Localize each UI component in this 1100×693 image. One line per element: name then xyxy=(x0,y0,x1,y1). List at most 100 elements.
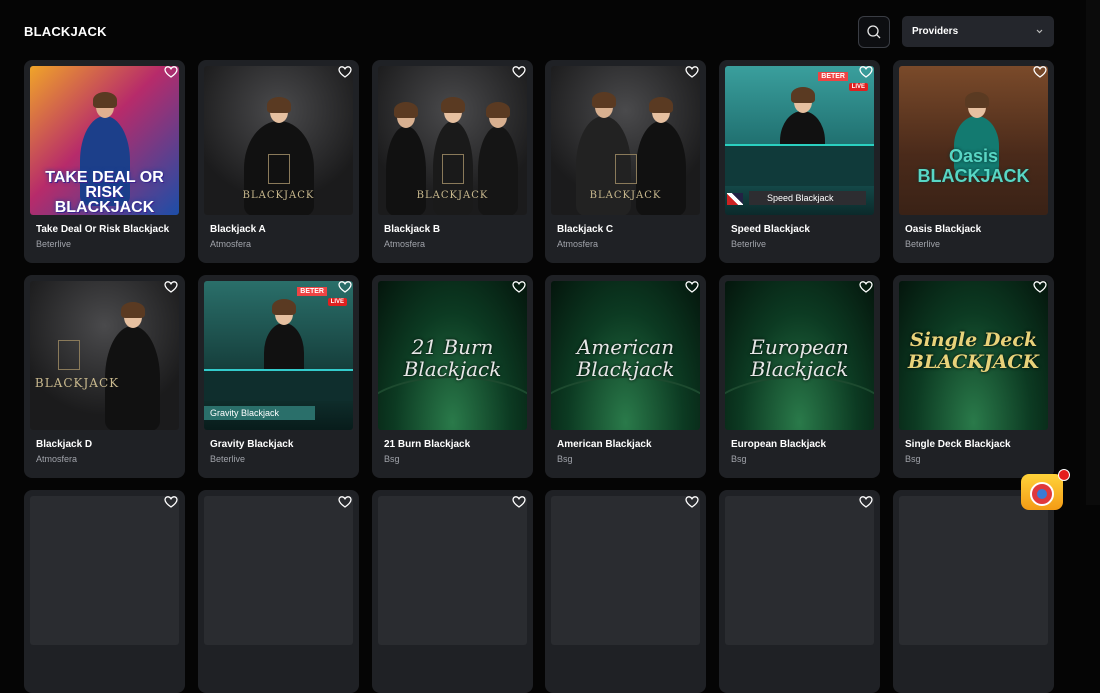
game-title: Oasis Blackjack xyxy=(905,224,982,235)
game-title: Gravity Blackjack xyxy=(210,439,294,450)
game-provider: Beterlive xyxy=(210,454,246,464)
heart-icon[interactable] xyxy=(685,65,699,79)
search-button[interactable] xyxy=(858,16,890,48)
beter-badge: BETER xyxy=(297,287,327,296)
heart-icon[interactable] xyxy=(338,495,352,509)
game-thumbnail[interactable]: Single Deck BLACKJACK xyxy=(899,281,1048,430)
game-provider: Atmosfera xyxy=(384,239,426,249)
game-title: 21 Burn Blackjack xyxy=(384,439,471,450)
providers-dropdown[interactable]: Providers xyxy=(902,16,1054,47)
game-logo: BLACKJACK xyxy=(34,376,120,390)
game-card[interactable]: European Blackjack European Blackjack Bs… xyxy=(719,275,880,478)
game-provider: Beterlive xyxy=(905,239,941,249)
game-thumbnail[interactable]: American Blackjack xyxy=(551,281,700,430)
heart-icon[interactable] xyxy=(859,495,873,509)
game-thumbnail[interactable]: TAKE DEAL OR RISK BLACKJACK xyxy=(30,66,179,215)
game-provider: Bsg xyxy=(905,454,921,464)
game-thumbnail[interactable]: Oasis BLACKJACK xyxy=(899,66,1048,215)
game-thumbnail[interactable]: BLACKJACK xyxy=(378,66,527,215)
game-provider: Atmosfera xyxy=(557,239,599,249)
game-thumbnail[interactable]: BLACKJACK xyxy=(204,66,353,215)
heart-icon[interactable] xyxy=(1033,280,1047,294)
game-card[interactable] xyxy=(372,490,533,693)
game-provider: Bsg xyxy=(557,454,573,464)
game-logo: American Blackjack xyxy=(576,335,675,381)
page-scrollbar[interactable] xyxy=(1086,0,1100,505)
game-title: Take Deal Or Risk Blackjack xyxy=(36,224,170,235)
game-card[interactable]: 21 Burn Blackjack 21 Burn Blackjack Bsg xyxy=(372,275,533,478)
search-icon xyxy=(867,25,881,39)
game-card[interactable]: Speed Blackjack BETER LIVE Speed Blackja… xyxy=(719,60,880,263)
game-logo: TAKE DEAL OR RISK BLACKJACK xyxy=(45,169,164,216)
game-card[interactable]: BLACKJACK Blackjack A Atmosfera xyxy=(198,60,359,263)
game-logo: BLACKJACK xyxy=(242,190,315,201)
game-thumbnail[interactable]: Speed Blackjack BETER LIVE xyxy=(725,66,874,215)
game-thumbnail[interactable] xyxy=(30,496,179,645)
game-thumbnail[interactable]: BLACKJACK xyxy=(30,281,179,430)
game-card[interactable]: Single Deck BLACKJACK Single Deck Blackj… xyxy=(893,275,1054,478)
game-card[interactable]: Gravity Blackjack BETER LIVE Gravity Bla… xyxy=(198,275,359,478)
game-thumbnail[interactable] xyxy=(378,496,527,645)
beter-badge: BETER xyxy=(818,72,848,81)
live-badge: LIVE xyxy=(848,83,868,91)
heart-icon[interactable] xyxy=(164,495,178,509)
heart-icon[interactable] xyxy=(1033,65,1047,79)
game-provider: Atmosfera xyxy=(36,454,78,464)
game-title: Single Deck Blackjack xyxy=(905,439,1011,450)
game-card[interactable]: BLACKJACK Blackjack C Atmosfera xyxy=(545,60,706,263)
game-provider: Beterlive xyxy=(36,239,72,249)
game-thumbnail[interactable]: European Blackjack xyxy=(725,281,874,430)
game-thumbnail[interactable]: 21 Burn Blackjack xyxy=(378,281,527,430)
game-title: American Blackjack xyxy=(557,439,652,450)
game-card[interactable]: BLACKJACK Blackjack D Atmosfera xyxy=(24,275,185,478)
game-thumbnail[interactable] xyxy=(204,496,353,645)
game-title: Speed Blackjack xyxy=(731,224,810,235)
game-title: Blackjack A xyxy=(210,224,266,235)
game-title: Blackjack B xyxy=(384,224,441,235)
heart-icon[interactable] xyxy=(164,280,178,294)
heart-icon[interactable] xyxy=(338,280,352,294)
game-card[interactable]: TAKE DEAL OR RISK BLACKJACK Take Deal Or… xyxy=(24,60,185,263)
game-title: European Blackjack xyxy=(731,439,827,450)
game-provider: Beterlive xyxy=(731,239,767,249)
heart-icon[interactable] xyxy=(338,65,352,79)
game-thumbnail[interactable] xyxy=(551,496,700,645)
game-logo: Speed Blackjack xyxy=(749,191,866,205)
heart-icon[interactable] xyxy=(512,495,526,509)
chevron-down-icon xyxy=(1036,29,1043,34)
game-card[interactable] xyxy=(719,490,880,693)
game-logo: BLACKJACK xyxy=(416,190,489,201)
game-logo: European Blackjack xyxy=(750,335,849,381)
page-title: BLACKJACK xyxy=(24,24,107,39)
heart-icon[interactable] xyxy=(685,280,699,294)
heart-icon[interactable] xyxy=(685,495,699,509)
game-title: Blackjack C xyxy=(557,224,614,235)
game-provider: Bsg xyxy=(731,454,747,464)
heart-icon[interactable] xyxy=(859,65,873,79)
heart-icon[interactable] xyxy=(512,280,526,294)
game-card[interactable]: Oasis BLACKJACK Oasis Blackjack Beterliv… xyxy=(893,60,1054,263)
game-provider: Bsg xyxy=(384,454,400,464)
game-card[interactable] xyxy=(545,490,706,693)
game-logo: Single Deck BLACKJACK xyxy=(907,329,1040,373)
heart-icon[interactable] xyxy=(164,65,178,79)
game-logo: Oasis BLACKJACK xyxy=(917,146,1030,186)
game-title: Blackjack D xyxy=(36,439,93,450)
game-card[interactable] xyxy=(198,490,359,693)
game-logo: 21 Burn Blackjack xyxy=(403,335,502,381)
heart-icon[interactable] xyxy=(512,65,526,79)
live-badge: LIVE xyxy=(327,298,347,306)
game-card[interactable] xyxy=(24,490,185,693)
heart-icon[interactable] xyxy=(859,280,873,294)
notification-dot xyxy=(1058,469,1070,481)
game-card[interactable] xyxy=(893,490,1054,693)
game-thumbnail[interactable]: Gravity Blackjack BETER LIVE xyxy=(204,281,353,430)
game-thumbnail[interactable] xyxy=(725,496,874,645)
providers-label: Providers xyxy=(912,26,959,37)
game-thumbnail[interactable] xyxy=(899,496,1048,645)
game-logo: BLACKJACK xyxy=(589,190,662,201)
game-logo: Gravity Blackjack xyxy=(204,406,315,420)
game-card[interactable]: American Blackjack American Blackjack Bs… xyxy=(545,275,706,478)
game-card[interactable]: BLACKJACK Blackjack B Atmosfera xyxy=(372,60,533,263)
game-thumbnail[interactable]: BLACKJACK xyxy=(551,66,700,215)
